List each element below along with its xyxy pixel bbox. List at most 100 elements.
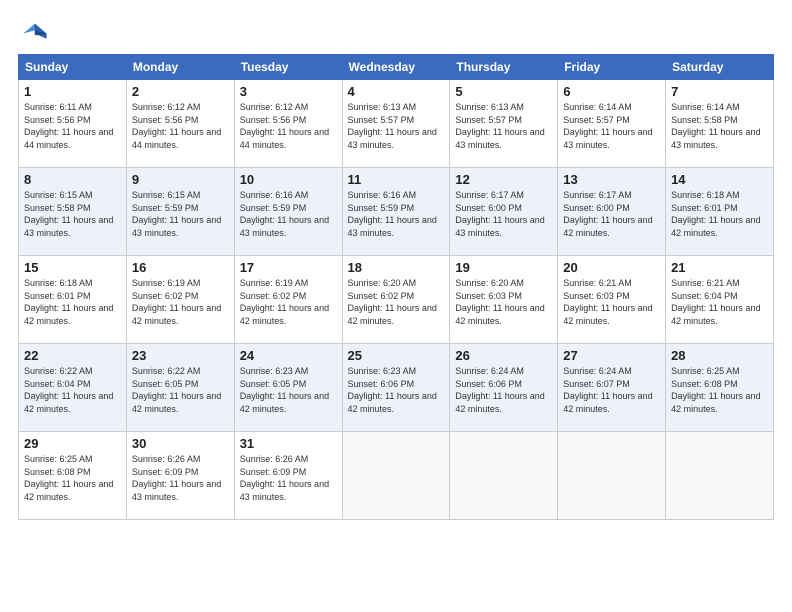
sunrise-label: Sunrise: 6:24 AM [563,366,632,376]
logo [18,18,54,46]
calendar-cell: 19 Sunrise: 6:20 AM Sunset: 6:03 PM Dayl… [450,256,558,344]
sunset-label: Sunset: 6:00 PM [563,203,630,213]
sunset-label: Sunset: 6:02 PM [348,291,415,301]
calendar-cell: 9 Sunrise: 6:15 AM Sunset: 5:59 PM Dayli… [126,168,234,256]
sunset-label: Sunset: 6:04 PM [24,379,91,389]
sunset-label: Sunset: 6:09 PM [240,467,307,477]
calendar-cell: 17 Sunrise: 6:19 AM Sunset: 6:02 PM Dayl… [234,256,342,344]
daylight-label: Daylight: 11 hours and 42 minutes. [24,479,113,502]
calendar-cell: 2 Sunrise: 6:12 AM Sunset: 5:56 PM Dayli… [126,80,234,168]
day-info: Sunrise: 6:23 AM Sunset: 6:05 PM Dayligh… [240,365,337,415]
day-number: 9 [132,172,229,187]
calendar-cell: 13 Sunrise: 6:17 AM Sunset: 6:00 PM Dayl… [558,168,666,256]
daylight-label: Daylight: 11 hours and 42 minutes. [455,303,544,326]
sunrise-label: Sunrise: 6:20 AM [455,278,524,288]
day-number: 21 [671,260,768,275]
sunset-label: Sunset: 6:08 PM [24,467,91,477]
sunrise-label: Sunrise: 6:25 AM [24,454,93,464]
calendar-cell: 28 Sunrise: 6:25 AM Sunset: 6:08 PM Dayl… [666,344,774,432]
col-saturday: Saturday [666,55,774,80]
day-info: Sunrise: 6:25 AM Sunset: 6:08 PM Dayligh… [671,365,768,415]
day-info: Sunrise: 6:23 AM Sunset: 6:06 PM Dayligh… [348,365,445,415]
sunrise-label: Sunrise: 6:26 AM [240,454,309,464]
daylight-label: Daylight: 11 hours and 42 minutes. [563,391,652,414]
day-info: Sunrise: 6:20 AM Sunset: 6:02 PM Dayligh… [348,277,445,327]
calendar-cell: 23 Sunrise: 6:22 AM Sunset: 6:05 PM Dayl… [126,344,234,432]
col-monday: Monday [126,55,234,80]
daylight-label: Daylight: 11 hours and 42 minutes. [132,391,221,414]
sunset-label: Sunset: 6:07 PM [563,379,630,389]
day-info: Sunrise: 6:24 AM Sunset: 6:07 PM Dayligh… [563,365,660,415]
day-info: Sunrise: 6:14 AM Sunset: 5:58 PM Dayligh… [671,101,768,151]
day-number: 27 [563,348,660,363]
daylight-label: Daylight: 11 hours and 42 minutes. [563,303,652,326]
daylight-label: Daylight: 11 hours and 43 minutes. [455,215,544,238]
day-number: 16 [132,260,229,275]
calendar-cell: 31 Sunrise: 6:26 AM Sunset: 6:09 PM Dayl… [234,432,342,520]
calendar-week-row: 29 Sunrise: 6:25 AM Sunset: 6:08 PM Dayl… [19,432,774,520]
calendar-cell: 27 Sunrise: 6:24 AM Sunset: 6:07 PM Dayl… [558,344,666,432]
day-number: 25 [348,348,445,363]
sunset-label: Sunset: 5:56 PM [24,115,91,125]
day-info: Sunrise: 6:21 AM Sunset: 6:04 PM Dayligh… [671,277,768,327]
calendar-cell [666,432,774,520]
sunrise-label: Sunrise: 6:15 AM [24,190,93,200]
calendar-cell: 21 Sunrise: 6:21 AM Sunset: 6:04 PM Dayl… [666,256,774,344]
sunrise-label: Sunrise: 6:15 AM [132,190,201,200]
sunset-label: Sunset: 5:57 PM [563,115,630,125]
day-info: Sunrise: 6:16 AM Sunset: 5:59 PM Dayligh… [240,189,337,239]
day-number: 13 [563,172,660,187]
sunrise-label: Sunrise: 6:24 AM [455,366,524,376]
sunset-label: Sunset: 6:00 PM [455,203,522,213]
sunrise-label: Sunrise: 6:12 AM [240,102,309,112]
sunset-label: Sunset: 5:58 PM [671,115,738,125]
sunset-label: Sunset: 5:57 PM [348,115,415,125]
calendar-cell: 16 Sunrise: 6:19 AM Sunset: 6:02 PM Dayl… [126,256,234,344]
calendar-cell: 4 Sunrise: 6:13 AM Sunset: 5:57 PM Dayli… [342,80,450,168]
day-info: Sunrise: 6:21 AM Sunset: 6:03 PM Dayligh… [563,277,660,327]
sunset-label: Sunset: 6:02 PM [240,291,307,301]
col-wednesday: Wednesday [342,55,450,80]
daylight-label: Daylight: 11 hours and 42 minutes. [132,303,221,326]
day-number: 18 [348,260,445,275]
sunset-label: Sunset: 6:03 PM [455,291,522,301]
calendar-header-row: Sunday Monday Tuesday Wednesday Thursday… [19,55,774,80]
daylight-label: Daylight: 11 hours and 42 minutes. [240,303,329,326]
daylight-label: Daylight: 11 hours and 43 minutes. [563,127,652,150]
sunset-label: Sunset: 6:03 PM [563,291,630,301]
day-info: Sunrise: 6:24 AM Sunset: 6:06 PM Dayligh… [455,365,552,415]
day-number: 22 [24,348,121,363]
sunrise-label: Sunrise: 6:18 AM [671,190,740,200]
daylight-label: Daylight: 11 hours and 43 minutes. [132,479,221,502]
sunset-label: Sunset: 6:08 PM [671,379,738,389]
day-info: Sunrise: 6:22 AM Sunset: 6:04 PM Dayligh… [24,365,121,415]
daylight-label: Daylight: 11 hours and 42 minutes. [671,391,760,414]
calendar-cell: 12 Sunrise: 6:17 AM Sunset: 6:00 PM Dayl… [450,168,558,256]
daylight-label: Daylight: 11 hours and 42 minutes. [455,391,544,414]
sunset-label: Sunset: 5:59 PM [348,203,415,213]
day-number: 23 [132,348,229,363]
daylight-label: Daylight: 11 hours and 44 minutes. [24,127,113,150]
day-info: Sunrise: 6:20 AM Sunset: 6:03 PM Dayligh… [455,277,552,327]
col-thursday: Thursday [450,55,558,80]
sunrise-label: Sunrise: 6:22 AM [132,366,201,376]
calendar-cell: 8 Sunrise: 6:15 AM Sunset: 5:58 PM Dayli… [19,168,127,256]
sunrise-label: Sunrise: 6:13 AM [348,102,417,112]
logo-icon [18,18,50,46]
daylight-label: Daylight: 11 hours and 42 minutes. [671,303,760,326]
calendar-cell: 10 Sunrise: 6:16 AM Sunset: 5:59 PM Dayl… [234,168,342,256]
sunset-label: Sunset: 6:06 PM [455,379,522,389]
day-number: 3 [240,84,337,99]
day-info: Sunrise: 6:13 AM Sunset: 5:57 PM Dayligh… [455,101,552,151]
sunset-label: Sunset: 6:02 PM [132,291,199,301]
sunset-label: Sunset: 5:58 PM [24,203,91,213]
sunset-label: Sunset: 5:59 PM [240,203,307,213]
sunrise-label: Sunrise: 6:11 AM [24,102,92,112]
day-info: Sunrise: 6:26 AM Sunset: 6:09 PM Dayligh… [240,453,337,503]
day-number: 19 [455,260,552,275]
calendar-cell: 15 Sunrise: 6:18 AM Sunset: 6:01 PM Dayl… [19,256,127,344]
day-info: Sunrise: 6:17 AM Sunset: 6:00 PM Dayligh… [563,189,660,239]
day-info: Sunrise: 6:18 AM Sunset: 6:01 PM Dayligh… [671,189,768,239]
sunset-label: Sunset: 5:56 PM [240,115,307,125]
calendar-week-row: 1 Sunrise: 6:11 AM Sunset: 5:56 PM Dayli… [19,80,774,168]
